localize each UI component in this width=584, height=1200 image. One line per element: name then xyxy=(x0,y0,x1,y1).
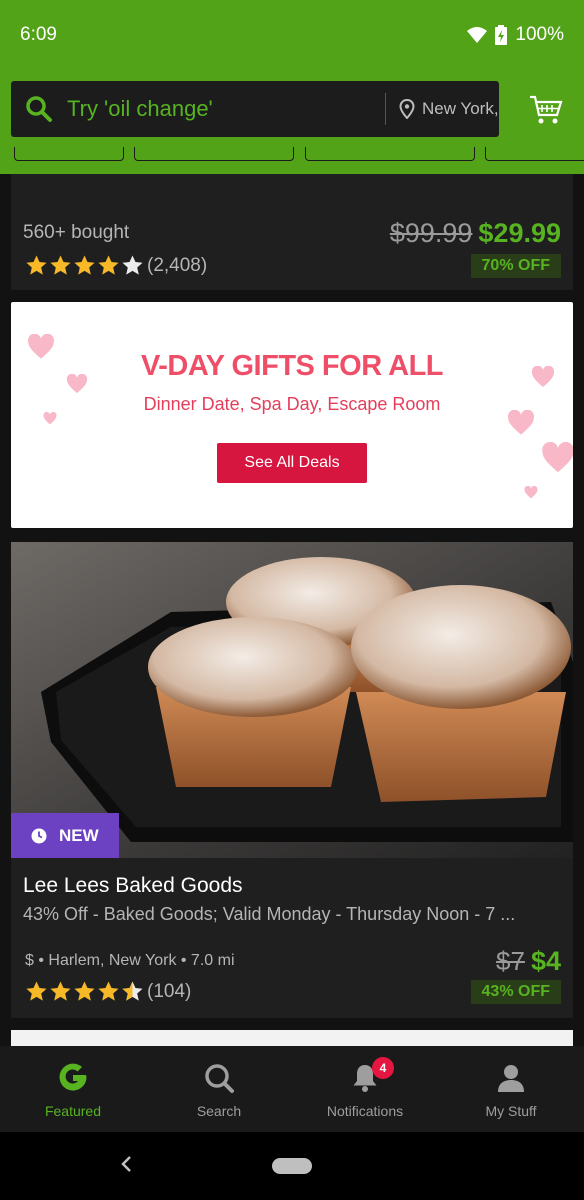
rating-count: (104) xyxy=(147,980,192,1002)
nav-my-stuff[interactable]: My Stuff xyxy=(438,1046,584,1132)
search-icon xyxy=(205,1064,234,1093)
deal-price: $29.99 xyxy=(478,218,561,248)
star-half-icon xyxy=(122,981,143,1001)
category-chip[interactable] xyxy=(485,147,584,161)
status-icons: 100% xyxy=(467,24,564,46)
deal-card[interactable]: 560+ bought (2,408) $99.99 $29.99 70% OF… xyxy=(11,174,573,290)
star-rating: (104) xyxy=(25,980,191,1003)
see-all-deals-button[interactable]: See All Deals xyxy=(217,443,367,483)
heart-icon xyxy=(524,486,538,499)
bought-count: 560+ bought xyxy=(23,222,130,243)
nav-label: Search xyxy=(196,1103,242,1119)
bottom-nav: Featured Search 4 Notifications My Stuff xyxy=(0,1046,584,1132)
wifi-icon xyxy=(467,27,488,43)
discount-badge: 43% OFF xyxy=(470,980,561,1004)
groupon-g-icon xyxy=(59,1063,87,1091)
star-full-icon xyxy=(26,981,47,1001)
star-rating: (2,408) xyxy=(25,254,207,277)
deal-price: $4 xyxy=(530,946,561,976)
clock-icon xyxy=(31,828,47,843)
star-full-icon xyxy=(50,255,71,275)
merchant-name: Lee Lees Baked Goods xyxy=(23,874,243,897)
deal-description: 43% Off - Baked Goods; Valid Monday - Th… xyxy=(23,904,516,924)
promo-subtitle: Dinner Date, Spa Day, Escape Room xyxy=(143,394,441,414)
star-full-icon xyxy=(50,981,71,1001)
search-divider xyxy=(385,93,386,125)
star-full-icon xyxy=(98,255,119,275)
nav-label: My Stuff xyxy=(485,1103,537,1119)
star-empty-icon xyxy=(122,255,143,275)
nav-label: Notifications xyxy=(326,1103,404,1119)
merchant-location: $ • Harlem, New York • 7.0 mi xyxy=(25,952,235,969)
person-icon xyxy=(498,1065,524,1092)
discount-badge: 70% OFF xyxy=(470,254,561,278)
star-full-icon xyxy=(74,981,95,1001)
home-pill[interactable] xyxy=(272,1158,312,1174)
rating-count: (2,408) xyxy=(147,254,208,276)
new-badge: NEW xyxy=(11,813,119,858)
cart-icon xyxy=(530,95,563,124)
notification-count-badge: 4 xyxy=(372,1057,394,1079)
status-time: 6:09 xyxy=(20,24,57,45)
deal-card[interactable] xyxy=(11,1030,573,1046)
location-pin-icon xyxy=(392,99,422,119)
search-input[interactable]: Try 'oil change' xyxy=(67,96,385,122)
category-chip[interactable] xyxy=(14,147,124,161)
category-chip[interactable] xyxy=(305,147,475,161)
status-bar: 6:09 100% xyxy=(0,0,584,70)
deal-photo xyxy=(11,542,573,858)
search-header: Try 'oil change' New York, xyxy=(0,70,584,174)
location-input[interactable]: New York, xyxy=(422,99,498,119)
price-row: $7 $4 xyxy=(496,946,561,977)
category-chip[interactable] xyxy=(134,147,294,161)
promo-banner[interactable]: V-DAY GIFTS FOR ALL Dinner Date, Spa Day… xyxy=(11,302,573,528)
nav-label: Featured xyxy=(44,1103,102,1119)
search-icon xyxy=(11,81,67,137)
promo-title: V-DAY GIFTS FOR ALL xyxy=(140,350,444,382)
nav-search[interactable]: Search xyxy=(146,1046,292,1132)
cart-button[interactable] xyxy=(518,88,574,132)
system-nav-bar xyxy=(0,1132,584,1200)
price-row: $99.99 $29.99 xyxy=(390,218,561,249)
back-icon[interactable] xyxy=(116,1152,136,1176)
deal-card[interactable]: NEW Lee Lees Baked Goods 43% Off - Baked… xyxy=(11,542,573,1018)
battery-percent: 100% xyxy=(515,24,564,45)
nav-notifications[interactable]: 4 Notifications xyxy=(292,1046,438,1132)
star-full-icon xyxy=(26,255,47,275)
new-badge-label: NEW xyxy=(59,825,99,845)
deal-feed: 560+ bought (2,408) $99.99 $29.99 70% OF… xyxy=(0,174,584,1046)
heart-icon xyxy=(542,442,573,473)
search-bar[interactable]: Try 'oil change' New York, xyxy=(11,81,499,137)
nav-featured[interactable]: Featured xyxy=(0,1046,146,1132)
original-price: $7 xyxy=(496,946,525,976)
battery-icon xyxy=(495,25,508,45)
original-price: $99.99 xyxy=(389,218,473,248)
star-full-icon xyxy=(74,255,95,275)
star-full-icon xyxy=(98,981,119,1001)
category-chips xyxy=(0,147,584,163)
